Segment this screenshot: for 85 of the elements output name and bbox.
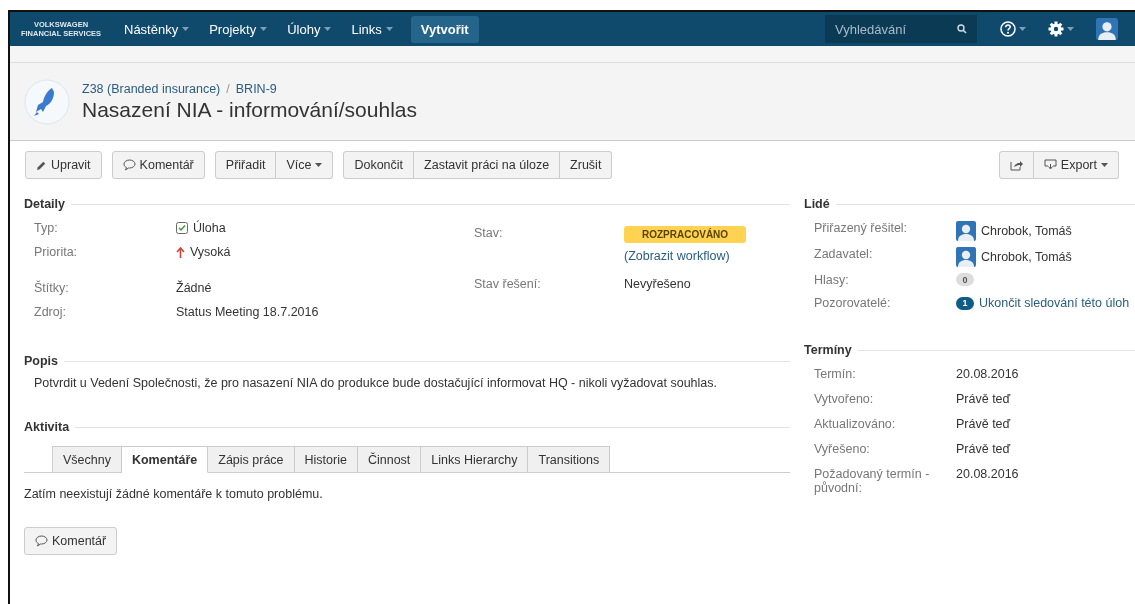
field-label: Termín: — [814, 367, 857, 381]
caret-icon — [1019, 27, 1026, 31]
toolbar-button[interactable]: Přiřadit — [214, 151, 277, 179]
field-label: Pozorovatelé: — [814, 296, 892, 310]
section-heading: Lidé — [804, 197, 830, 211]
description-text: Potvrdit u Vedení Společnosti, že pro nasazení NIA do produkce bude dostačující informovat HQ - nikoli vyžadovat souhlas. — [34, 376, 719, 390]
field-value: Právě teď — [956, 417, 1012, 431]
nav-menu[interactable]: Nástěnky — [116, 15, 198, 43]
toolbar-button[interactable]: Více — [276, 151, 334, 179]
activity-tab[interactable]: Historie — [294, 446, 358, 473]
caret-icon — [260, 27, 268, 31]
field-label: Vytvořeno: — [814, 392, 875, 406]
field-value: 20.08.2016 — [956, 367, 1020, 381]
create-button[interactable]: Vytvořit — [410, 15, 479, 43]
user-link[interactable]: Chrobok, Tomáš — [981, 224, 1072, 238]
nav-menu[interactable]: Projekty — [201, 15, 276, 43]
caret-icon — [182, 27, 190, 31]
project-link[interactable]: Z38 (Branded insurance) — [82, 81, 221, 96]
nav-menu[interactable]: Links — [343, 15, 401, 43]
activity-tab[interactable]: Links Hierarchy — [421, 446, 529, 473]
field-label: Priorita: — [34, 245, 79, 259]
field-value: Žádné — [176, 281, 213, 295]
workflow-link[interactable]: (Zobrazit workflow) — [624, 249, 747, 263]
section-heading: Termíny — [804, 343, 852, 357]
field-label: Vyřešeno: — [814, 442, 871, 456]
activity-tab[interactable]: Komentáře — [121, 446, 209, 473]
status-lozenge: ROZPRACOVÁNO — [624, 226, 747, 243]
toolbar-button[interactable]: Komentář — [111, 151, 205, 179]
help-icon — [1000, 21, 1016, 37]
field-label: Přiřazený řešitel: — [814, 221, 909, 235]
activity-tab[interactable]: Transitions — [528, 446, 611, 473]
field-value: Právě teď — [956, 392, 1012, 406]
avatar-icon — [956, 221, 976, 241]
field-label: Typ: — [34, 221, 59, 235]
field-value: Nevyřešeno — [624, 277, 692, 291]
toolbar-button[interactable]: Upravit — [25, 151, 102, 179]
settings-icon — [1048, 21, 1064, 37]
field-value: Právě teď — [956, 442, 1012, 456]
search-icon — [957, 24, 967, 34]
share-icon — [1009, 159, 1023, 171]
watcher-count: 1 — [956, 296, 974, 310]
comment-button[interactable]: Komentář — [24, 527, 118, 555]
field-label: Stav řešení: — [474, 277, 542, 291]
activity-tab[interactable]: Všechny — [52, 446, 122, 473]
field-value: Vysoká — [176, 245, 474, 259]
field-label: Požadovaný termín - původní: — [814, 467, 931, 495]
up-arrow-icon — [176, 246, 185, 258]
search-field[interactable]: Vyhledávání — [825, 15, 977, 43]
pencil-icon — [36, 159, 47, 171]
field-label: Štítky: — [34, 281, 70, 295]
field-value: 20.08.2016 — [956, 467, 1020, 481]
toolbar-button[interactable]: Zrušit — [560, 151, 613, 179]
issue-key-link[interactable]: BRIN-9 — [235, 81, 277, 96]
avatar-icon — [1096, 18, 1118, 40]
vote-count: 0 — [956, 273, 974, 286]
download-icon — [1043, 159, 1057, 171]
caret-icon — [324, 27, 332, 31]
field-label: Zdroj: — [34, 305, 67, 319]
stop-watching-link[interactable]: Ukončit sledování této úloh — [979, 296, 1130, 310]
caret-icon — [1067, 27, 1074, 31]
field-label: Aktualizováno: — [814, 417, 897, 431]
activity-tab[interactable]: Činnost — [357, 446, 422, 473]
user-link[interactable]: Chrobok, Tomáš — [981, 250, 1072, 264]
breadcrumb-separator: / — [226, 81, 230, 96]
section-heading: Aktivita — [24, 420, 70, 434]
section-heading: Detaily — [24, 197, 65, 211]
field-value: Status Meeting 18.7.2016 — [176, 305, 320, 319]
field-value: Úloha — [176, 221, 474, 235]
field-label: Hlasy: — [814, 273, 850, 287]
caret-icon — [385, 27, 393, 31]
toolbar-button[interactable]: Zastavit práci na úloze — [414, 151, 561, 179]
avatar-icon — [956, 247, 976, 267]
section-heading: Popis — [24, 354, 59, 368]
project-rocket-icon — [24, 78, 70, 125]
empty-message: Zatím neexistují žádné komentáře k tomuto problému. — [24, 487, 324, 501]
activity-tab[interactable]: Zápis práce — [208, 446, 295, 473]
toolbar-button[interactable]: Export — [1033, 151, 1119, 179]
nav-menu[interactable]: Úlohy — [279, 15, 340, 43]
field-label: Stav: — [474, 226, 504, 240]
issue-title: Nasazení NIA - informování/souhlas — [82, 97, 417, 122]
toolbar-button[interactable]: Dokončit — [343, 151, 415, 179]
speech-bubble-icon — [122, 159, 136, 171]
checkbox-icon — [176, 222, 188, 234]
speech-bubble-icon — [35, 535, 48, 547]
field-label: Zadavatel: — [814, 247, 874, 261]
